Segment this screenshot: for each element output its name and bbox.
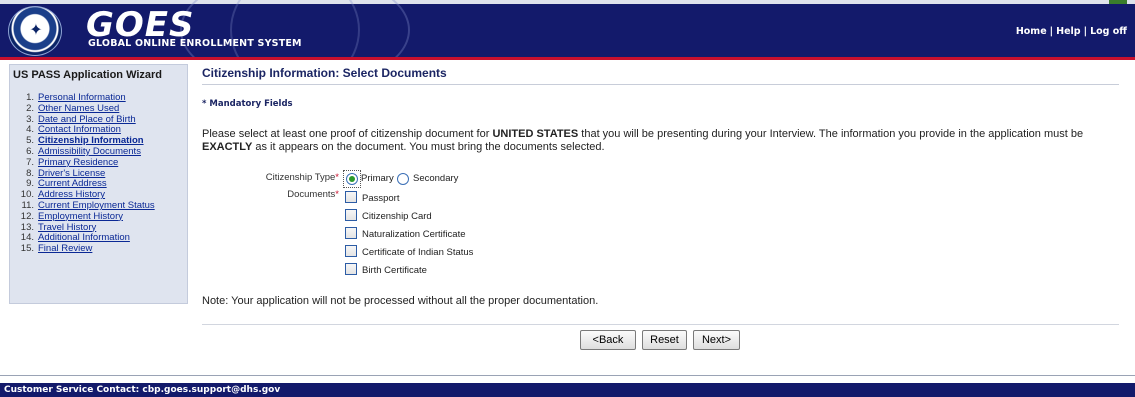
document-checkbox-label[interactable]: Birth Certificate <box>362 265 427 276</box>
wizard-step-link[interactable]: Travel History <box>38 222 96 233</box>
wizard-steps-list: 1. Personal Information 2. Other Names Used… <box>10 85 187 255</box>
wizard-step-link[interactable]: Contact Information <box>38 124 121 135</box>
document-checkbox-label[interactable]: Citizenship Card <box>362 211 432 222</box>
wizard-step-link[interactable]: Current Employment Status <box>38 200 155 211</box>
instructions-text: Please select at least one proof of citi… <box>202 128 1117 154</box>
wizard-sidebar: US PASS Application Wizard 1. Personal In… <box>9 64 188 304</box>
wizard-step-number: 15. <box>20 243 34 255</box>
required-mark: * <box>335 172 339 183</box>
wizard-step-link[interactable]: Driver's License <box>38 168 105 179</box>
window-top-strip <box>0 0 1135 4</box>
sidebar-title: US PASS Application Wizard <box>13 69 163 81</box>
goes-logo-subtitle: GLOBAL ONLINE ENROLLMENT SYSTEM <box>88 38 302 49</box>
home-link[interactable]: Home <box>1016 26 1047 37</box>
wizard-step-link[interactable]: Citizenship Information <box>38 135 144 146</box>
header-banner: ✦ GOES GLOBAL ONLINE ENROLLMENT SYSTEM H… <box>0 0 1135 57</box>
title-divider <box>202 84 1119 85</box>
nav-separator: | <box>1083 26 1088 37</box>
wizard-step-item: 12. Employment History <box>10 210 187 223</box>
documents-label-text: Documents <box>287 189 336 200</box>
wizard-step-item: 14. Additional Information <box>10 232 187 244</box>
document-checkbox-label[interactable]: Certificate of Indian Status <box>362 247 473 258</box>
buttons-divider <box>202 324 1119 325</box>
document-checkbox-label[interactable]: Naturalization Certificate <box>362 229 466 240</box>
page-title: Citizenship Information: Select Document… <box>202 66 447 80</box>
mandatory-fields-note: * Mandatory Fields <box>202 99 293 109</box>
wizard-step-link[interactable]: Current Address <box>38 178 107 189</box>
wizard-step-link[interactable]: Personal Information <box>38 92 126 103</box>
instructions-part: as it appears on the document. You must … <box>252 141 605 153</box>
wizard-step-number: 12. <box>20 210 34 222</box>
wizard-step-link[interactable]: Date and Place of Birth <box>38 114 136 125</box>
emphasis-exactly: EXACTLY <box>202 141 253 153</box>
wizard-step-item: 15. Final Review <box>10 243 187 255</box>
citizenship-type-label: Citizenship Type* <box>240 172 339 183</box>
wizard-step-number: 2. <box>26 102 34 114</box>
wizard-step-link[interactable]: Final Review <box>38 243 92 254</box>
required-mark: * <box>335 189 339 200</box>
eagle-icon: ✦ <box>29 22 43 39</box>
help-link[interactable]: Help <box>1056 26 1080 37</box>
logoff-link[interactable]: Log off <box>1090 26 1127 37</box>
primary-radio[interactable] <box>346 173 358 185</box>
back-button[interactable]: <Back <box>580 330 636 350</box>
window-control-icon[interactable] <box>1109 0 1127 4</box>
wizard-step-link[interactable]: Employment History <box>38 211 123 222</box>
top-nav: Home | Help | Log off <box>1016 26 1127 37</box>
documentation-note: Note: Your application will not be proce… <box>202 295 599 307</box>
primary-radio-label[interactable]: Primary <box>361 173 394 184</box>
citizenship-type-label-text: Citizenship Type <box>265 172 336 183</box>
header-divider <box>0 57 1135 60</box>
reset-button[interactable]: Reset <box>642 330 687 350</box>
documents-label: Documents* <box>240 189 339 200</box>
goes-logo: GOES <box>86 5 195 45</box>
document-checkbox[interactable] <box>345 191 357 203</box>
document-checkbox[interactable] <box>345 245 357 257</box>
secondary-radio[interactable] <box>397 173 409 185</box>
wizard-step-number: 7. <box>26 156 34 168</box>
wizard-step-link[interactable]: Other Names Used <box>38 103 119 114</box>
wizard-step-link[interactable]: Additional Information <box>38 232 130 243</box>
wizard-step-link[interactable]: Address History <box>38 189 105 200</box>
next-button[interactable]: Next> <box>693 330 740 350</box>
instructions-part: that you will be presenting during your … <box>578 128 1084 140</box>
document-checkbox-label[interactable]: Passport <box>362 193 400 204</box>
dhs-seal-icon: ✦ <box>8 6 62 56</box>
wizard-step-link[interactable]: Admissibility Documents <box>38 146 141 157</box>
nav-separator: | <box>1049 26 1054 37</box>
wizard-step-link[interactable]: Primary Residence <box>38 157 118 168</box>
document-checkbox[interactable] <box>345 227 357 239</box>
document-checkbox[interactable] <box>345 263 357 275</box>
country-name: UNITED STATES <box>492 128 579 140</box>
frame-divider <box>0 375 1135 376</box>
document-checkbox[interactable] <box>345 209 357 221</box>
footer-bar: Customer Service Contact: cbp.goes.suppo… <box>0 383 1135 397</box>
secondary-radio-label[interactable]: Secondary <box>413 173 458 184</box>
instructions-part: Please select at least one proof of citi… <box>202 128 493 140</box>
